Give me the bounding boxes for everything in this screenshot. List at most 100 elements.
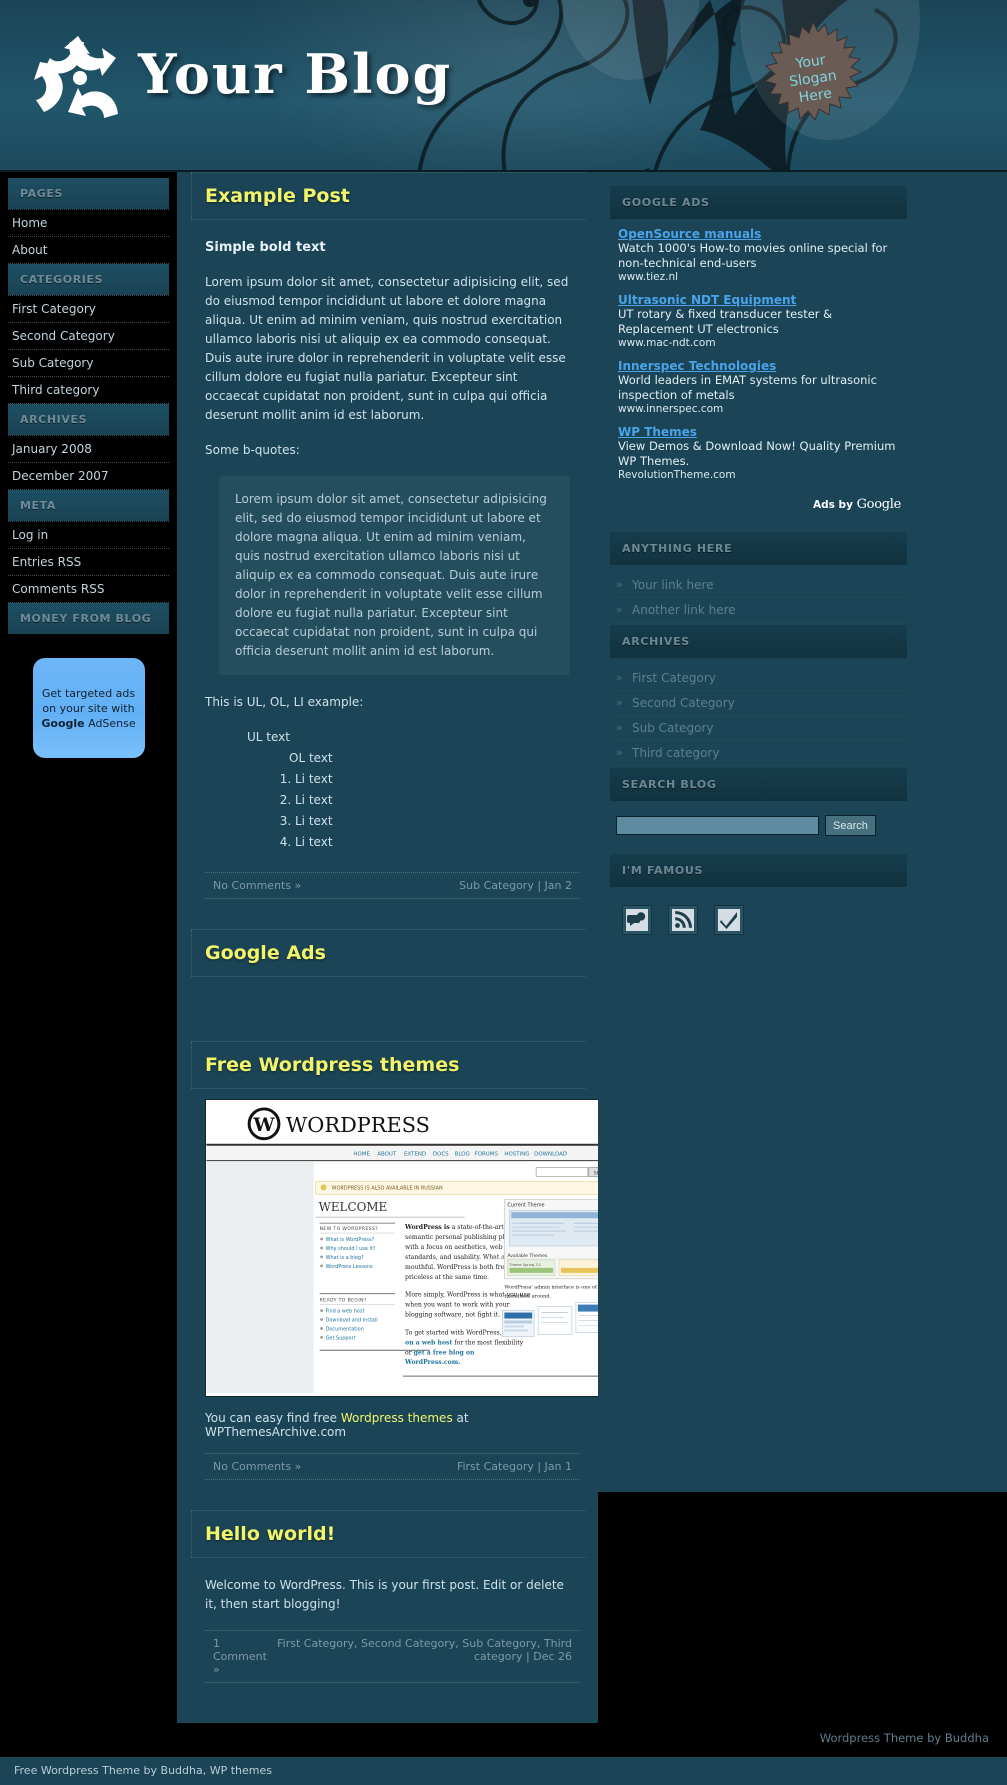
sidebar-item-december-2007[interactable]: December 2007 bbox=[8, 463, 169, 490]
archives-list: » First Category » Second Category » Sub Ca… bbox=[610, 658, 907, 768]
list-item[interactable]: » Third category bbox=[610, 741, 907, 766]
svg-text:WordPress.com.: WordPress.com. bbox=[404, 1359, 460, 1366]
svg-text:when you want to work with you: when you want to work with your bbox=[405, 1302, 510, 1309]
post-header: Example Post bbox=[191, 172, 586, 220]
ad-title-link[interactable]: WP Themes bbox=[618, 425, 901, 439]
sidebar-item-first-category[interactable]: First Category bbox=[8, 295, 169, 323]
bottom-credit[interactable]: Free Wordpress Theme by Buddha, WP theme… bbox=[14, 1764, 272, 1777]
search-widget: SEARCH BLOG Search bbox=[610, 768, 907, 854]
svg-text:FORUMS: FORUMS bbox=[475, 1152, 499, 1158]
famous-widget: I'M FAMOUS bbox=[610, 854, 907, 949]
list-item[interactable]: » First Category bbox=[610, 666, 907, 691]
post-title[interactable]: Google Ads bbox=[205, 942, 586, 964]
ad-url: www.innerspec.com bbox=[618, 403, 724, 415]
anything-here-list: » Your link here » Another link here bbox=[610, 565, 907, 625]
sidebar-item-sub-category[interactable]: Sub Category bbox=[8, 350, 169, 377]
post-paragraph: Lorem ipsum dolor sit amet, consectetur … bbox=[205, 275, 569, 422]
sidebar-item-january-2008[interactable]: January 2008 bbox=[8, 435, 169, 463]
list-item[interactable]: » Another link here bbox=[610, 598, 907, 623]
ul-text: UL text bbox=[247, 730, 290, 744]
anything-here-widget: ANYTHING HERE » Your link here » Another l… bbox=[610, 532, 907, 625]
ad-title-link[interactable]: OpenSource manuals bbox=[618, 227, 901, 241]
post-title[interactable]: Hello world! bbox=[205, 1523, 586, 1545]
ad-description: UT rotary & fixed transducer tester & Re… bbox=[618, 307, 833, 336]
post-meta[interactable]: Sub Category | Jan 2 bbox=[459, 879, 572, 892]
list-item-label: Another link here bbox=[632, 603, 736, 617]
sidebar-item-login[interactable]: Log in bbox=[8, 521, 169, 549]
post-free-wordpress-themes: Free Wordpress themes W WORDPRESS HOME A… bbox=[191, 1041, 620, 1480]
svg-text:What is a blog?: What is a blog? bbox=[326, 1255, 364, 1261]
post-header: Google Ads bbox=[191, 929, 586, 977]
left-section-title-pages: PAGES bbox=[8, 178, 169, 209]
post-body: Simple bold text Lorem ipsum dolor sit a… bbox=[191, 224, 586, 858]
wordpress-screenshot-image[interactable]: W WORDPRESS HOME ABOUT EXTEND DOCS BLOG FOR… bbox=[205, 1099, 620, 1397]
technorati-icon[interactable] bbox=[622, 905, 652, 935]
svg-text:WordPress is a state-of-the-ar: WordPress is a state-of-the-art bbox=[404, 1224, 504, 1231]
wordpress-homepage-screenshot: W WORDPRESS HOME ABOUT EXTEND DOCS BLOG FOR… bbox=[206, 1100, 619, 1393]
post-comments-link[interactable]: 1 Comment » bbox=[213, 1637, 270, 1676]
sidebar-item-second-category[interactable]: Second Category bbox=[8, 323, 169, 350]
footer-credit[interactable]: Wordpress Theme by Buddha bbox=[820, 1731, 989, 1745]
search-form: Search bbox=[610, 801, 907, 854]
left-section-title-archives: ARCHIVES bbox=[8, 404, 169, 435]
ol-text: OL text bbox=[289, 751, 333, 765]
svg-text:WORDPRESS IS ALSO AVAILABLE IN: WORDPRESS IS ALSO AVAILABLE IN RUSSIAN bbox=[332, 1185, 443, 1191]
svg-text:friendliest around.: friendliest around. bbox=[504, 1294, 551, 1300]
svg-text:DOCS: DOCS bbox=[433, 1152, 449, 1158]
svg-text:Theme Spring 3.1: Theme Spring 3.1 bbox=[508, 1263, 541, 1267]
sidebar-item-entries-rss[interactable]: Entries RSS bbox=[8, 549, 169, 576]
post-hello-world: Hello world! Welcome to WordPress. This … bbox=[191, 1510, 586, 1683]
search-input[interactable] bbox=[616, 816, 819, 835]
search-button[interactable]: Search bbox=[825, 815, 876, 836]
post-header: Hello world! bbox=[191, 1510, 586, 1558]
svg-text:priceless at the same time.: priceless at the same time. bbox=[405, 1274, 489, 1281]
ad-description: World leaders in EMAT systems for ultras… bbox=[618, 373, 877, 402]
svg-text:WORDPRESS: WORDPRESS bbox=[286, 1113, 430, 1137]
sidebar-item-home[interactable]: Home bbox=[8, 209, 169, 237]
rss-feed-icon[interactable] bbox=[668, 905, 698, 935]
site-logo-group[interactable]: Your Blog bbox=[24, 28, 452, 120]
svg-text:Get Support: Get Support bbox=[326, 1335, 356, 1341]
post-blockquote: Lorem ipsum dolor sit amet, consectetur … bbox=[219, 476, 570, 675]
adsense-promo-box[interactable]: Get targeted ads on your site with Googl… bbox=[32, 658, 145, 758]
post-meta[interactable]: First Category, Second Category, Sub Cat… bbox=[270, 1637, 572, 1676]
checkmark-icon[interactable] bbox=[714, 905, 744, 935]
rss-glyph bbox=[672, 909, 694, 931]
post-meta[interactable]: First Category | Jan 1 bbox=[457, 1460, 572, 1473]
sidebar-item-about[interactable]: About bbox=[8, 237, 169, 264]
list-item[interactable]: » Your link here bbox=[610, 573, 907, 598]
chevron-right-icon: » bbox=[616, 578, 623, 591]
chevron-right-icon: » bbox=[616, 746, 623, 759]
post-title[interactable]: Free Wordpress themes bbox=[205, 1054, 586, 1076]
svg-text:Why should I use it?: Why should I use it? bbox=[326, 1246, 376, 1252]
wordpress-themes-link[interactable]: Wordpress themes bbox=[341, 1411, 453, 1425]
list-item[interactable]: » Second Category bbox=[610, 691, 907, 716]
footer-credit-bar: Wordpress Theme by Buddha bbox=[0, 1723, 1007, 1755]
ad-title-link[interactable]: Ultrasonic NDT Equipment bbox=[618, 293, 901, 307]
ad-item: Innerspec Technologies World leaders in … bbox=[618, 359, 901, 415]
sidebar-item-comments-rss[interactable]: Comments RSS bbox=[8, 576, 169, 603]
chevron-right-icon: » bbox=[616, 721, 623, 734]
svg-text:HOME: HOME bbox=[353, 1152, 370, 1158]
slogan-line-3: Here bbox=[797, 85, 833, 106]
post-comments-link[interactable]: No Comments » bbox=[213, 879, 301, 892]
list-item-label: First Category bbox=[632, 671, 716, 685]
post-title[interactable]: Example Post bbox=[205, 185, 586, 207]
post-comments-link[interactable]: No Comments » bbox=[213, 1460, 301, 1473]
ads-by-google-attribution[interactable]: Ads by Google bbox=[610, 495, 907, 518]
widget-title-archives: ARCHIVES bbox=[610, 625, 907, 658]
svg-text:ABOUT: ABOUT bbox=[377, 1152, 397, 1158]
list-item[interactable]: » Sub Category bbox=[610, 716, 907, 741]
ordered-list: Li text Li text Li text Li text bbox=[277, 770, 570, 852]
ad-title-link[interactable]: Innerspec Technologies bbox=[618, 359, 901, 373]
ad-item: OpenSource manuals Watch 1000's How-to m… bbox=[618, 227, 901, 283]
speech-bubble-glyph bbox=[626, 909, 648, 931]
sidebar-item-third-category[interactable]: Third category bbox=[8, 377, 169, 404]
post-header: Free Wordpress themes bbox=[191, 1041, 586, 1089]
post-example-post: Example Post Simple bold text Lorem ipsu… bbox=[191, 172, 586, 899]
adsense-line-2: on your site with bbox=[42, 701, 135, 715]
adsense-brand: Google bbox=[41, 716, 85, 730]
list-demo: UL text OL text Li text Li text Li text … bbox=[247, 728, 570, 852]
main-content: Example Post Simple bold text Lorem ipsu… bbox=[177, 172, 620, 1723]
post-footer: No Comments » Sub Category | Jan 2 bbox=[205, 872, 580, 899]
